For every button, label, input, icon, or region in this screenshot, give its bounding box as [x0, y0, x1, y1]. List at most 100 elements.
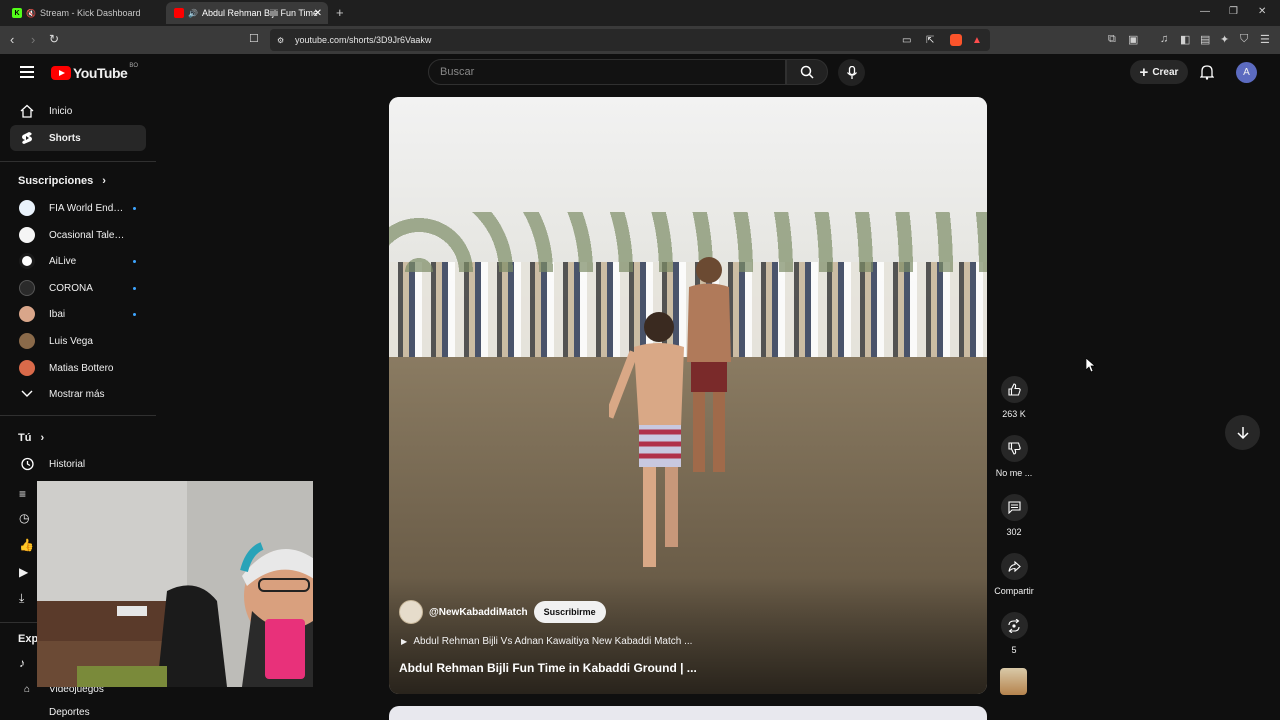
watch-later-icon[interactable]: ◷: [19, 511, 29, 525]
liked-videos-icon[interactable]: 👍: [19, 538, 34, 552]
youtube-play-icon: [51, 66, 71, 80]
channel-row: @NewKabaddiMatch Suscribirme: [399, 600, 606, 624]
minimize-icon[interactable]: —: [1200, 6, 1210, 17]
gamepad-icon: ⌂: [23, 683, 31, 695]
notifications-button[interactable]: [1199, 64, 1215, 85]
channel-avatar: [19, 306, 35, 322]
cast-icon[interactable]: ▭: [902, 35, 911, 46]
muted-speaker-icon: 🔇: [26, 8, 36, 18]
extensions-icon[interactable]: ⧉: [1108, 33, 1116, 46]
bookmark-icon[interactable]: ☐: [249, 32, 259, 45]
show-more-button[interactable]: Mostrar más: [10, 381, 146, 407]
comment-icon: [1007, 501, 1021, 514]
close-window-icon[interactable]: ✕: [1258, 6, 1266, 17]
account-avatar[interactable]: A: [1236, 62, 1257, 83]
forward-icon[interactable]: ›: [31, 32, 35, 47]
downloads-icon[interactable]: ⤓: [19, 591, 24, 606]
subscription-item[interactable]: Ocasional Talento - ...: [10, 222, 146, 248]
subscription-item[interactable]: AiLive: [10, 248, 146, 274]
next-short-button[interactable]: [1225, 415, 1260, 450]
restore-icon[interactable]: ❐: [1229, 6, 1238, 17]
subscription-item[interactable]: Matias Bottero: [10, 355, 146, 381]
thumbs-down-icon: [1007, 442, 1021, 455]
wallet-icon[interactable]: ▤: [1200, 33, 1210, 46]
hamburger-menu-icon[interactable]: [20, 66, 34, 78]
subscription-item[interactable]: Luis Vega: [10, 328, 146, 354]
sidebar-item-home[interactable]: Inicio: [10, 98, 146, 124]
url-field[interactable]: ⚙ youtube.com/shorts/3D9Jr6Vaakw ▭ ⇱ ▲: [270, 29, 990, 51]
subscriptions-heading[interactable]: Suscripciones ›: [18, 175, 106, 187]
trophy-icon: [19, 704, 35, 720]
like-count: 263 K: [1002, 409, 1026, 419]
subscription-item[interactable]: CORONA: [10, 275, 146, 301]
sidebar-item-history[interactable]: Historial: [10, 451, 146, 477]
channel-handle[interactable]: @NewKabaddiMatch: [429, 607, 528, 618]
mouse-cursor-icon: [1086, 358, 1096, 373]
search-input[interactable]: Buscar: [428, 59, 786, 85]
vpn-icon[interactable]: ⛉: [1240, 33, 1248, 46]
playlists-icon[interactable]: ≡: [19, 487, 26, 501]
you-heading-label: Tú: [18, 432, 32, 444]
sidebar-item-shorts[interactable]: Shorts: [10, 125, 146, 151]
share-page-icon[interactable]: ⇱: [926, 35, 934, 46]
youtube-logo[interactable]: YouTube BO: [51, 63, 138, 81]
channel-name: AiLive: [49, 255, 77, 267]
channel-avatar[interactable]: [399, 600, 423, 624]
voice-search-button[interactable]: [838, 59, 865, 86]
create-button[interactable]: + Crear: [1130, 60, 1188, 84]
tab-title: Stream - Kick Dashboard: [39, 8, 141, 18]
speaker-icon[interactable]: 🔊: [188, 9, 198, 18]
reader-icon[interactable]: ▣: [1128, 33, 1138, 46]
sidebar-item-label: Historial: [49, 458, 86, 470]
chevron-down-icon: [19, 386, 35, 402]
home-icon: [19, 103, 35, 119]
short-video-player[interactable]: @NewKabaddiMatch Suscribirme ▶ Abdul Reh…: [389, 97, 987, 694]
trending-icon[interactable]: ♪: [19, 656, 25, 670]
browser-tab-bar: K 🔇 Stream - Kick Dashboard 🔊 Abdul Rehm…: [0, 0, 1280, 26]
remix-icon: [1008, 618, 1020, 633]
subscribe-button[interactable]: Suscribirme: [533, 601, 606, 623]
comment-count: 302: [1006, 527, 1022, 537]
related-video-link[interactable]: ▶ Abdul Rehman Bijli Vs Adnan Kawaitiya …: [401, 636, 692, 647]
close-tab-icon[interactable]: ✕: [314, 8, 322, 19]
next-short-preview[interactable]: [389, 706, 987, 720]
logo-text: YouTube: [73, 65, 128, 81]
comments-button[interactable]: 302: [990, 494, 1038, 537]
related-video-title: Abdul Rehman Bijli Vs Adnan Kawaitiya Ne…: [413, 636, 693, 647]
channel-avatar: [19, 333, 35, 349]
history-icon: [19, 456, 35, 472]
tab-kick-dashboard[interactable]: K 🔇 Stream - Kick Dashboard: [4, 2, 164, 24]
brave-shield-icon[interactable]: [950, 34, 962, 46]
music-icon[interactable]: ♫: [1160, 33, 1168, 45]
brave-rewards-icon[interactable]: ▲: [972, 35, 982, 46]
subscription-item[interactable]: FIA World Endur...: [10, 195, 146, 221]
dislike-button[interactable]: No me ...: [990, 435, 1038, 478]
streamer-webcam-image: [37, 481, 313, 687]
remix-count: 5: [1011, 645, 1017, 655]
like-button[interactable]: 263 K: [990, 376, 1038, 419]
site-info-icon[interactable]: ⚙: [277, 36, 284, 45]
subscription-item[interactable]: Ibai: [10, 301, 146, 327]
bell-icon: [1199, 65, 1215, 80]
new-tab-button[interactable]: +: [336, 5, 344, 20]
menu-icon[interactable]: ☰: [1260, 33, 1270, 46]
search-button[interactable]: [786, 59, 828, 85]
sidebar-item-sports[interactable]: Deportes: [10, 704, 146, 720]
show-more-label: Mostrar más: [49, 388, 105, 400]
sound-thumbnail[interactable]: [1000, 668, 1027, 695]
you-heading[interactable]: Tú ›: [18, 432, 44, 444]
leo-ai-icon[interactable]: ✦: [1220, 33, 1229, 46]
share-label: Compartir: [994, 586, 1034, 596]
remix-button[interactable]: 5: [990, 612, 1038, 655]
microphone-icon: [846, 65, 857, 79]
search-icon: [800, 65, 814, 79]
reload-icon[interactable]: ↻: [49, 32, 59, 46]
back-icon[interactable]: ‹: [10, 32, 14, 47]
your-videos-icon[interactable]: ▶: [19, 565, 28, 579]
tab-youtube-short[interactable]: 🔊 Abdul Rehman Bijli Fun Time ✕: [166, 2, 328, 24]
webcam-overlay: [37, 481, 313, 687]
short-title[interactable]: Abdul Rehman Bijli Fun Time in Kabaddi G…: [399, 661, 697, 675]
channel-name: FIA World Endur...: [49, 202, 127, 214]
share-button[interactable]: Compartir: [990, 553, 1038, 596]
sidebar-toggle-icon[interactable]: ◧: [1180, 33, 1190, 46]
